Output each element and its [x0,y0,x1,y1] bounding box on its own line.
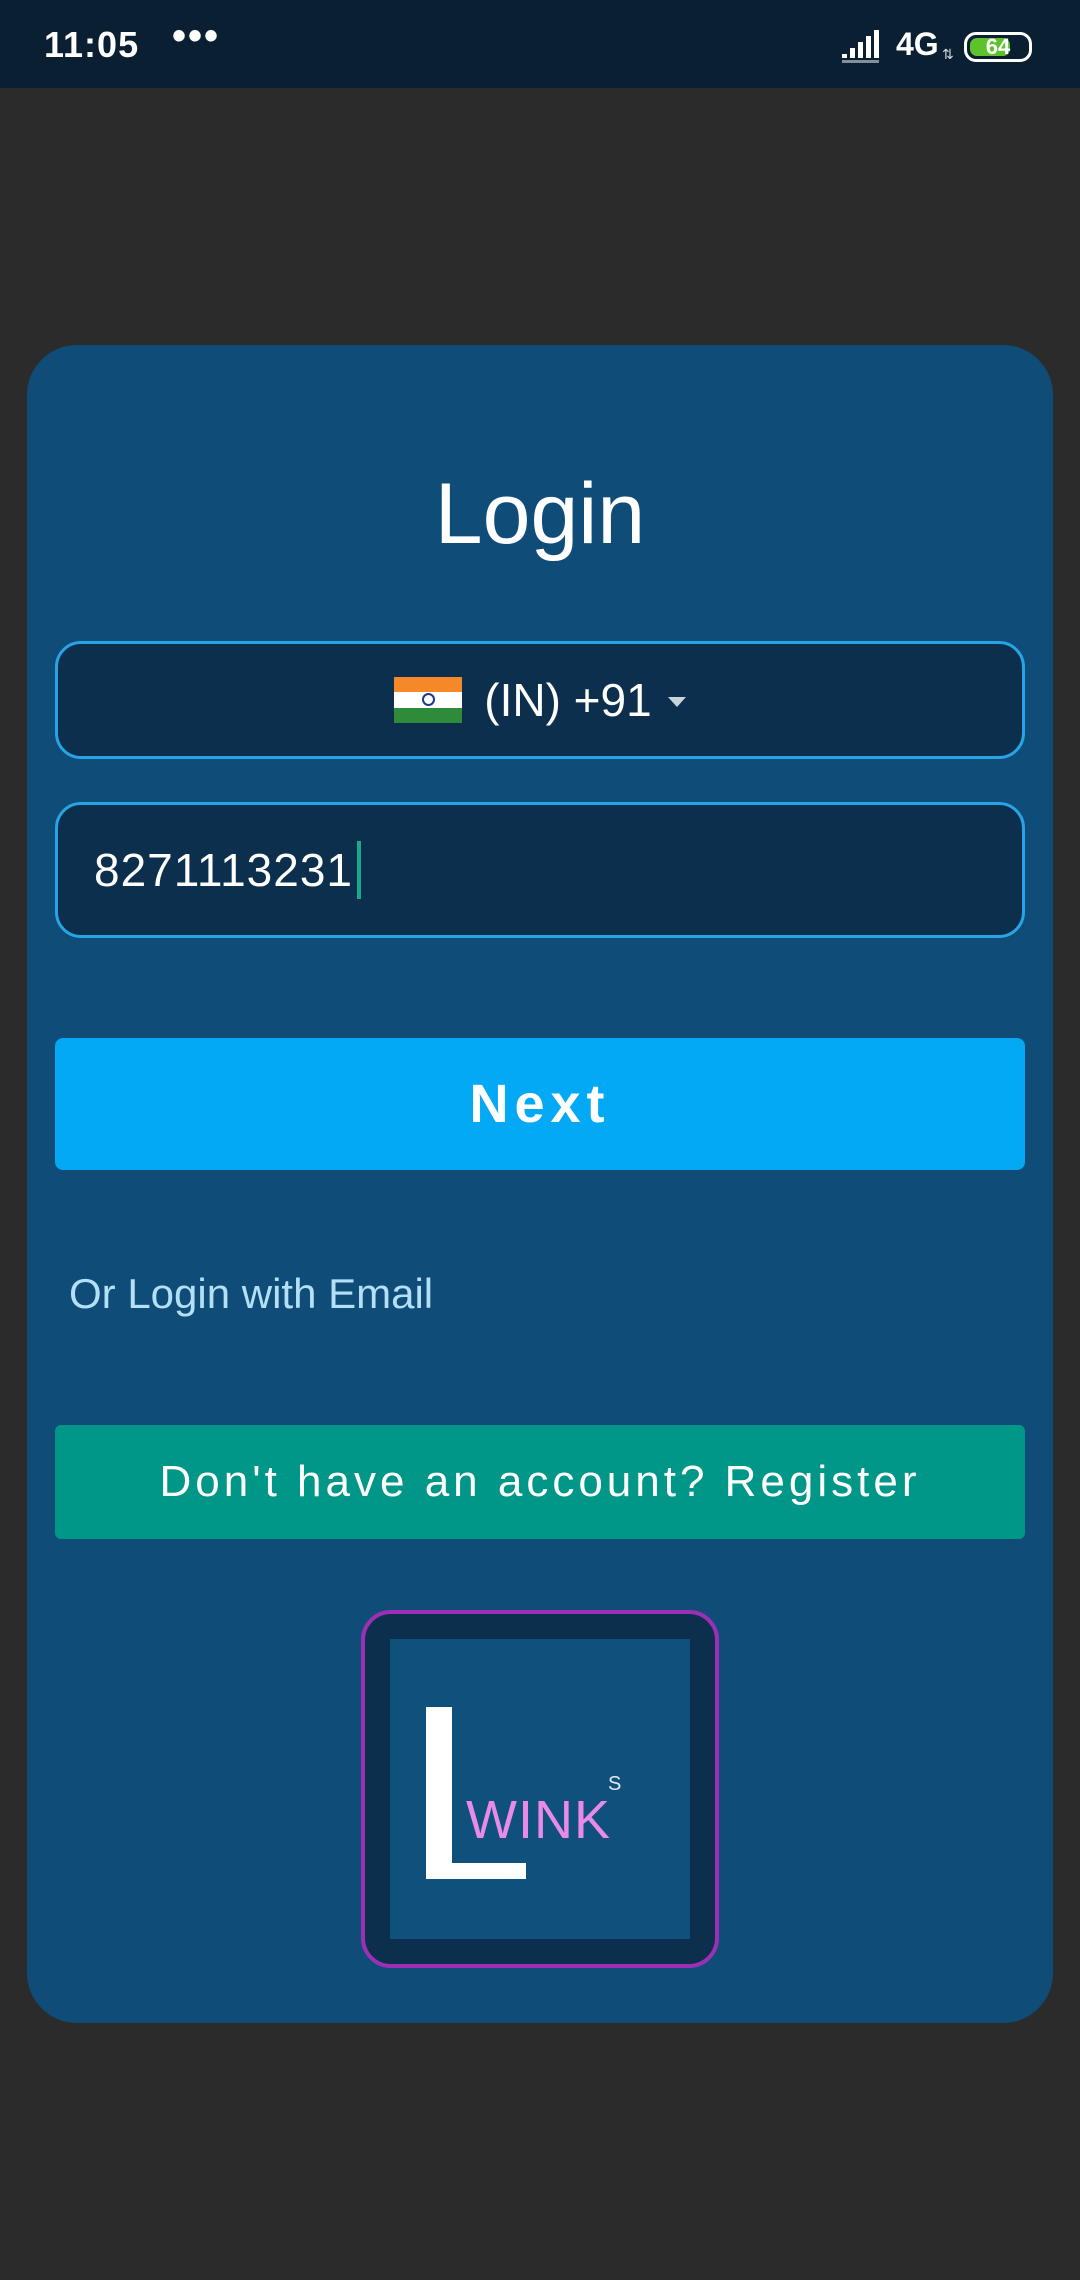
battery-level: 64 [985,34,1011,59]
register-button[interactable]: Don't have an account? Register [55,1425,1025,1539]
logo-inner: WINK S [390,1639,690,1939]
page-title: Login [434,466,646,562]
login-card: Login (IN) +91 8271113231 Next Or Login … [27,345,1053,2023]
logo-superscript: S [608,1773,622,1795]
status-bar: 11:05 ••• 4G ⇅ 64 [0,0,1080,88]
signal-icon [842,30,879,63]
country-code-label: (IN) +91 [484,674,652,726]
chevron-down-icon [667,697,686,707]
logo-wink-text: WINK [466,1790,611,1850]
india-flag-icon [394,677,463,723]
battery-icon: 64 [964,32,1032,62]
notification-dots-icon: ••• [172,14,221,58]
phone-number-value: 8271113231 [94,844,354,896]
next-button[interactable]: Next [55,1038,1025,1170]
app-logo: WINK S [361,1610,719,1968]
login-with-email-link[interactable]: Or Login with Email [69,1270,433,1318]
data-activity-icon: ⇅ [942,46,954,62]
status-time: 11:05 [44,24,140,65]
phone-number-input[interactable]: 8271113231 [55,802,1025,938]
text-cursor [357,841,362,899]
country-code-select[interactable]: (IN) +91 [55,641,1025,759]
network-type: 4G [896,26,939,62]
